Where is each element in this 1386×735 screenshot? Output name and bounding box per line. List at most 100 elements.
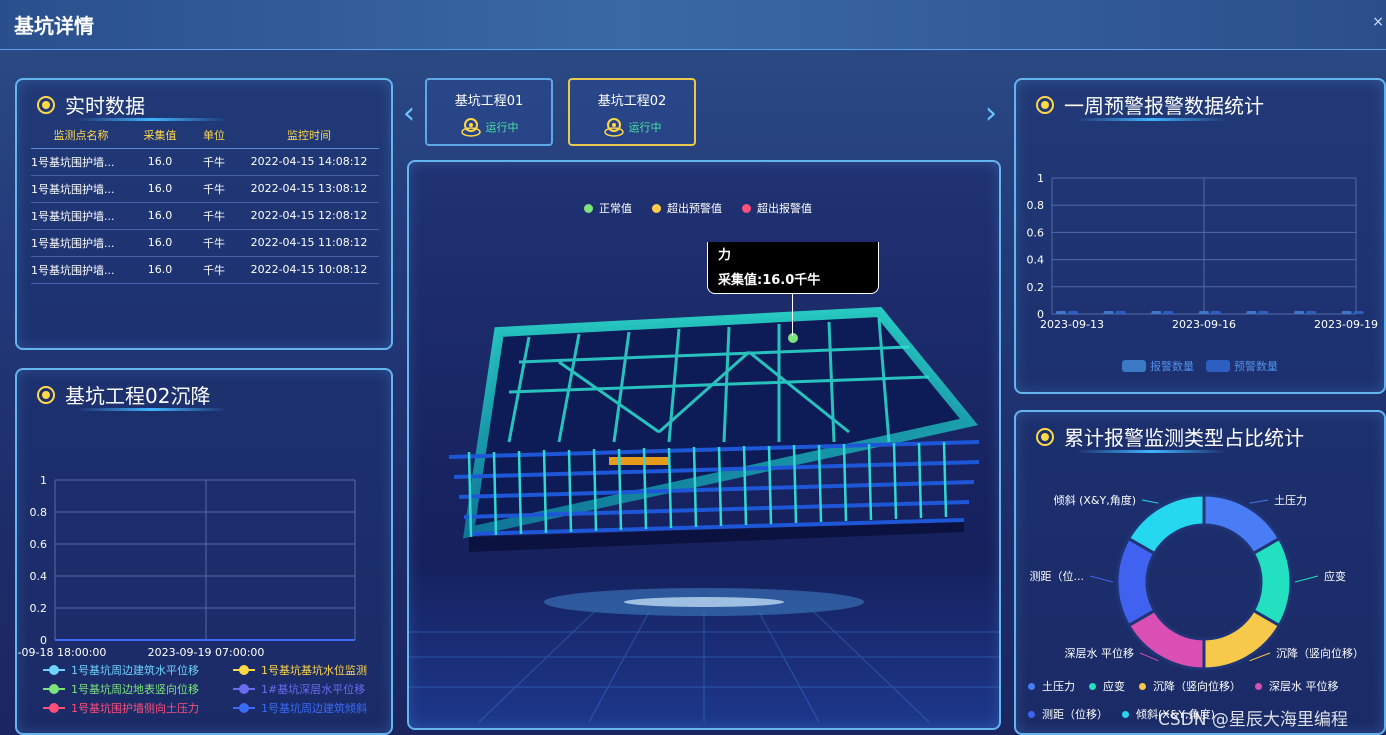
table-row[interactable]: 1号基坑围护墙... 16.0 千牛 2022-04-15 13:08:12	[31, 175, 379, 203]
table-cell: 千牛	[189, 256, 239, 284]
legend-label: 1号基坑周边建筑水平位移	[71, 663, 199, 677]
table-row[interactable]: 1号基坑围护墙... 16.0 千牛 2022-04-15 14:08:12	[31, 148, 379, 176]
bar[interactable]	[1246, 311, 1257, 314]
slice-label: 沉降（竖向位移）	[1276, 646, 1364, 660]
tab-project-01[interactable]: 基坑工程01 运行中	[425, 78, 553, 146]
table-cell: 千牛	[189, 175, 239, 203]
x-tick-label: 2023-09-19 07:00:00	[148, 646, 265, 659]
label-line	[1249, 499, 1269, 504]
tooltip-line2: 采集值:16.0千牛	[718, 273, 821, 288]
col-header: 监测点名称	[31, 122, 131, 149]
x-tick-label: 23-09-18 18:00:00	[17, 646, 106, 659]
legend-label: 报警数量	[1150, 360, 1194, 373]
legend-label: 1号基坑周边建筑倾斜	[261, 701, 367, 715]
legend-label: 1#基坑深层水平位移	[261, 682, 366, 696]
realtime-title: 实时数据	[37, 90, 145, 119]
legend-label: 预警数量	[1234, 360, 1278, 373]
table-cell: 1号基坑围护墙...	[31, 175, 131, 203]
legend-dot-icon	[1028, 710, 1035, 718]
bar[interactable]	[1353, 311, 1364, 314]
legend-dot-icon	[1089, 682, 1096, 690]
legend-label: 应变	[1103, 680, 1125, 693]
top-bar: 基坑详情 ×	[0, 0, 1386, 50]
legend-item[interactable]: 1号基坑周边建筑水平位移	[43, 660, 233, 679]
table-cell: 2022-04-15 11:08:12	[239, 229, 379, 257]
legend-label: 土压力	[1042, 680, 1075, 693]
label-line	[1089, 575, 1114, 583]
table-cell: 16.0	[131, 256, 189, 284]
legend-dot-icon	[1139, 682, 1146, 690]
settlement-panel: 基坑工程02沉降 00.20.40.60.8123-09-18 18:00:00…	[15, 368, 393, 735]
bar[interactable]	[1103, 311, 1114, 314]
pie-chart: 土压力应变沉降（竖向位移） 深层水 平位移 测距（位... 倾斜 (X&Y,角度)	[1030, 493, 1364, 671]
floor-grid	[409, 612, 999, 722]
realtime-table: 监测点名称 采集值 单位 监控时间 1号基坑围护墙... 16.0 千牛 2022-0…	[31, 122, 379, 284]
table-row[interactable]: 1号基坑围护墙... 16.0 千牛 2022-04-15 12:08:12	[31, 202, 379, 230]
legend-item[interactable]: 应变	[1089, 678, 1125, 694]
bar[interactable]	[1306, 311, 1317, 314]
col-header: 单位	[189, 122, 239, 149]
legend-label: 超出报警值	[757, 202, 812, 215]
x-tick-label: 2023-09-19	[1314, 318, 1378, 331]
slice-label: 应变	[1324, 569, 1346, 583]
bar[interactable]	[1151, 311, 1162, 314]
bar[interactable]	[1056, 311, 1066, 314]
legend-item[interactable]: 超出预警值	[652, 200, 722, 216]
legend-label: 1号基坑基坑水位监测	[261, 663, 367, 677]
legend-item[interactable]: 1号基坑周边地表竖向位移	[43, 679, 233, 698]
legend-label: 深层水 平位移	[1269, 680, 1339, 693]
legend-item[interactable]: 1号基坑围护墙侧向土压力	[43, 698, 233, 717]
bar[interactable]	[1068, 311, 1078, 314]
next-arrow-icon[interactable]: ›	[985, 96, 997, 131]
table-cell: 1号基坑围护墙...	[31, 229, 131, 257]
tab-name: 基坑工程02	[597, 94, 667, 109]
legend-item[interactable]: 超出报警值	[742, 200, 812, 216]
tooltip: 力 采集值:16.0千牛	[707, 242, 879, 294]
legend-item[interactable]: 沉降（竖向位移）	[1139, 678, 1241, 694]
x-tick-label: 2023-09-16	[1172, 318, 1236, 331]
prev-arrow-icon[interactable]: ‹	[403, 96, 415, 131]
y-tick-label: 0.2	[30, 602, 48, 615]
pie-slice[interactable]	[1202, 608, 1282, 671]
y-tick-label: 0.2	[1027, 281, 1045, 294]
y-tick-label: 0.8	[30, 506, 48, 519]
x-tick-label: 2023-09-13	[1040, 318, 1104, 331]
settlement-legend: 1号基坑周边建筑水平位移 1号基坑基坑水位监测 1号基坑周边地表竖向位移 1#基坑深层…	[43, 660, 388, 717]
legend-dot-icon	[1028, 682, 1035, 690]
legend-item[interactable]: 1#基坑深层水平位移	[233, 679, 383, 698]
table-row[interactable]: 1号基坑围护墙... 16.0 千牛 2022-04-15 11:08:12	[31, 229, 379, 257]
tab-project-02[interactable]: 基坑工程02 运行中	[568, 78, 696, 146]
slice-label: 测距（位...	[1030, 569, 1085, 583]
label-line	[1294, 575, 1319, 583]
legend-item[interactable]: 深层水 平位移	[1255, 678, 1339, 694]
legend-dot-icon	[1255, 682, 1262, 690]
bar[interactable]	[1294, 311, 1305, 314]
legend-marker-icon	[43, 664, 65, 675]
table-row[interactable]: 1号基坑围护墙... 16.0 千牛 2022-04-15 10:08:12	[31, 256, 379, 284]
label-line	[1141, 499, 1159, 504]
legend-dot-icon	[1122, 710, 1129, 718]
bar[interactable]	[1163, 311, 1174, 314]
weekly-legend: 报警数量 预警数量	[1122, 358, 1278, 374]
bar[interactable]	[1198, 311, 1209, 314]
bar[interactable]	[1258, 311, 1269, 314]
legend-label: 测距（位移）	[1042, 708, 1108, 721]
legend-marker-icon	[233, 664, 255, 675]
legend-item[interactable]: 1号基坑周边建筑倾斜	[233, 698, 383, 717]
bar[interactable]	[1210, 311, 1221, 314]
legend-item[interactable]: 正常值	[584, 200, 632, 216]
table-cell: 千牛	[189, 148, 239, 176]
legend-dot-icon	[652, 203, 661, 213]
legend-item[interactable]: 测距（位移）	[1028, 706, 1108, 722]
legend-label: 超出预警值	[667, 202, 722, 215]
close-icon[interactable]: ×	[1372, 14, 1384, 30]
pie-slice[interactable]	[1126, 493, 1206, 556]
legend-item[interactable]: 1号基坑基坑水位监测	[233, 660, 383, 679]
title-dot-icon	[37, 95, 55, 114]
y-tick-label: 1	[1037, 172, 1044, 185]
table-cell: 2022-04-15 13:08:12	[239, 175, 379, 203]
bar[interactable]	[1341, 311, 1352, 314]
bar[interactable]	[1115, 311, 1126, 314]
legend-item[interactable]: 土压力	[1028, 678, 1075, 694]
col-header: 采集值	[131, 122, 189, 149]
